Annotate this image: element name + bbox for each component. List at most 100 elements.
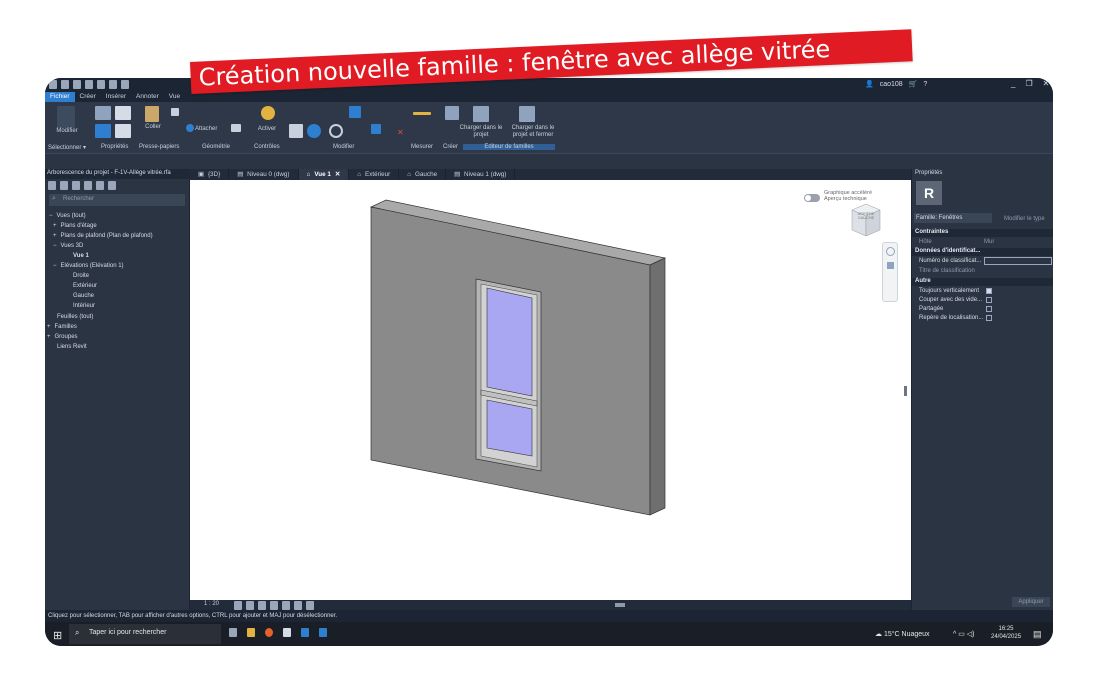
open-icon[interactable]	[61, 80, 69, 89]
cope-icon[interactable]	[231, 124, 241, 132]
modifier-label[interactable]: Modifier	[53, 128, 81, 134]
tree-item[interactable]: Feuilles (tout)	[53, 314, 93, 320]
print-icon[interactable]	[121, 80, 129, 89]
tree-item[interactable]: Droite	[69, 273, 89, 279]
tab-niveau-1[interactable]: ▤ Niveau 1 (dwg)	[446, 169, 516, 180]
modify-cursor-icon[interactable]	[57, 106, 75, 128]
tree-expander-icon[interactable]: +	[53, 233, 57, 239]
dimension-icon[interactable]	[413, 112, 431, 115]
partagee-checkbox[interactable]	[986, 306, 992, 312]
tree-item[interactable]: − Elévations (Elévation 1)	[53, 263, 124, 269]
app-icon[interactable]	[283, 628, 291, 637]
move-icon[interactable]	[289, 124, 303, 138]
repere-checkbox[interactable]	[986, 315, 992, 321]
tree-item[interactable]: Vue 1	[69, 253, 89, 259]
tree-item[interactable]: Gauche	[69, 293, 94, 299]
notification-icon[interactable]: ▤	[1033, 629, 1042, 640]
undo-icon[interactable]	[97, 80, 105, 89]
file-explorer-icon[interactable]	[247, 628, 255, 637]
tab-close-icon[interactable]: ✕	[335, 171, 340, 178]
taskbar-search[interactable]: ⌕ Taper ici pour rechercher	[69, 624, 221, 644]
revit-menu-icon[interactable]	[49, 80, 57, 89]
drawing-canvas[interactable]: Graphique accéléré Aperçu technique ARRI…	[190, 180, 911, 601]
user-name[interactable]: cao108	[880, 81, 903, 88]
copy-icon[interactable]	[307, 124, 321, 138]
tree-item[interactable]: + Plans de plafond (Plan de plafond)	[53, 233, 153, 239]
hide-isolate-icon[interactable]	[306, 601, 314, 610]
family-selector[interactable]: Famille: Fenêtres	[914, 213, 992, 223]
toujours-checkbox[interactable]	[986, 288, 992, 294]
family-category-icon[interactable]	[115, 124, 131, 138]
sync-icon[interactable]	[85, 80, 93, 89]
coller-label[interactable]: Coller	[141, 124, 165, 130]
shadows-icon[interactable]	[270, 601, 278, 610]
wall-window-model[interactable]	[190, 180, 911, 601]
save-icon[interactable]	[73, 80, 81, 89]
lock-view-icon[interactable]	[294, 601, 302, 610]
couper-checkbox[interactable]	[986, 297, 992, 303]
graphics-toggle[interactable]	[804, 194, 820, 202]
tab-exterieur[interactable]: ⌂ Extérieur	[349, 169, 400, 180]
browser-family-icon[interactable]	[84, 181, 92, 190]
tree-expander-icon[interactable]: +	[47, 324, 51, 330]
viewcube[interactable]: ARRIÈRE GAUCHE	[850, 202, 882, 238]
tree-item[interactable]: Intérieur	[69, 303, 95, 309]
tree-item[interactable]: Liens Revit	[53, 344, 87, 350]
tree-expander-icon[interactable]: +	[47, 334, 51, 340]
tab-3d[interactable]: ▣ {3D}	[190, 169, 230, 180]
type-properties-icon[interactable]	[95, 106, 111, 120]
revit-taskbar-icon[interactable]	[301, 628, 309, 637]
close-icon[interactable]: ✕	[1043, 79, 1050, 88]
paste-icon[interactable]	[145, 106, 159, 122]
browser-sheet-icon[interactable]	[72, 181, 80, 190]
tree-item[interactable]: + Groupes	[47, 334, 78, 340]
family-types-icon[interactable]	[95, 124, 111, 138]
tab-vue[interactable]: Vue	[164, 92, 185, 102]
sun-path-icon[interactable]	[258, 601, 266, 610]
visual-style-icon[interactable]	[246, 601, 254, 610]
tab-annoter[interactable]: Annoter	[131, 92, 164, 102]
rotate-icon[interactable]	[329, 124, 343, 138]
activer-label[interactable]: Activer	[253, 126, 281, 132]
viewcube-icon[interactable]	[850, 202, 882, 238]
minimize-icon[interactable]: _	[1011, 79, 1015, 88]
tab-gauche[interactable]: ⌂ Gauche	[399, 169, 447, 180]
restore-icon[interactable]: ❐	[1025, 79, 1032, 88]
attacher-label[interactable]: Attacher	[195, 126, 225, 132]
cut-icon[interactable]	[171, 108, 179, 116]
join-icon[interactable]	[186, 124, 194, 132]
firefox-icon[interactable]	[265, 628, 273, 637]
weather-widget[interactable]: ☁ 15°C Nuageux	[875, 630, 930, 638]
horizontal-scrollbar[interactable]	[615, 603, 625, 607]
tree-item[interactable]: − Vues (tout)	[49, 213, 86, 219]
tab-vue-1[interactable]: ⌂ Vue 1 ✕	[298, 169, 350, 180]
tree-expander-icon[interactable]: +	[53, 223, 57, 229]
user-icon[interactable]: 👤	[865, 80, 874, 88]
group-selectionner[interactable]: Sélectionner ▾	[48, 144, 86, 151]
tab-creer[interactable]: Créer	[75, 92, 101, 102]
tray-icons[interactable]: ^ ▭ ◁)	[953, 630, 975, 638]
tree-expander-icon[interactable]: −	[49, 213, 53, 219]
tree-expander-icon[interactable]: −	[53, 263, 57, 269]
load-into-project-icon[interactable]	[473, 106, 489, 122]
tab-inserer[interactable]: Insérer	[101, 92, 131, 102]
zoom-icon[interactable]	[887, 262, 894, 269]
apply-button[interactable]: Appliquer	[1012, 597, 1050, 607]
array-icon[interactable]	[371, 124, 381, 134]
steering-wheel-icon[interactable]	[886, 247, 895, 256]
tree-item[interactable]: + Familles	[47, 324, 77, 330]
tab-fichier[interactable]: Fichier	[45, 92, 75, 102]
activate-controls-icon[interactable]	[261, 106, 275, 120]
browser-group-icon[interactable]	[96, 181, 104, 190]
properties-icon[interactable]	[115, 106, 131, 120]
numero-input[interactable]	[984, 257, 1052, 265]
edit-type-button[interactable]: Modifier le type	[1004, 216, 1045, 222]
task-view-icon[interactable]	[229, 628, 237, 637]
create-icon[interactable]	[445, 106, 459, 120]
browser-home-icon[interactable]	[48, 181, 56, 190]
tree-expander-icon[interactable]: −	[53, 243, 57, 249]
browser-view-icon[interactable]	[60, 181, 68, 190]
mirror-icon[interactable]	[349, 106, 361, 118]
view-scale[interactable]: 1 : 20	[204, 601, 219, 607]
help-icon[interactable]: ?	[923, 81, 927, 88]
